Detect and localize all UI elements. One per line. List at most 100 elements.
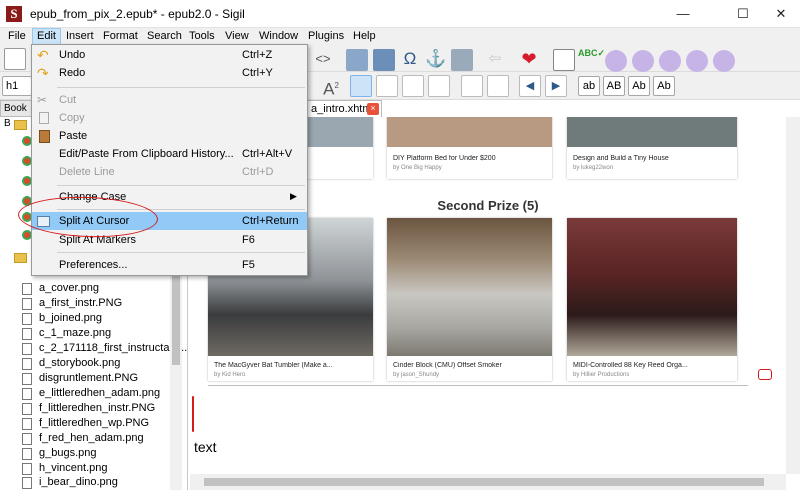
menu-plugins[interactable]: Plugins <box>308 30 344 42</box>
project-card[interactable]: DIY Platform Bed for Under $200 by One B… <box>387 117 552 179</box>
image-file-icon <box>22 433 32 445</box>
spellcheck-icon[interactable]: ABC✓ <box>578 48 605 70</box>
images-folder-icon[interactable] <box>14 253 27 263</box>
insert-file-icon[interactable] <box>346 49 368 71</box>
menu-item-label: Preferences... <box>59 259 128 271</box>
donate-heart-icon[interactable]: ❤ <box>518 48 540 70</box>
tab-a-intro[interactable]: a_intro.xhtml × <box>302 100 382 117</box>
insert-link-icon[interactable] <box>451 49 473 71</box>
align-left-icon[interactable] <box>350 75 372 97</box>
plugin-5-icon[interactable] <box>713 50 735 72</box>
menu-help[interactable]: Help <box>353 30 376 42</box>
plugin-3-icon[interactable] <box>659 50 681 72</box>
menu-item-label: Edit/Paste From Clipboard History... <box>59 148 234 160</box>
heading-select[interactable]: h1 <box>2 76 32 96</box>
menu-item-shortcut: Ctrl+Y <box>242 67 273 79</box>
plugin-1-icon[interactable] <box>605 50 627 72</box>
close-window-button[interactable]: ✕ <box>758 0 800 28</box>
menu-tools[interactable]: Tools <box>189 30 215 42</box>
book-browser-tab[interactable]: Book B <box>0 100 32 129</box>
project-card[interactable]: Design and Build a Tiny House by lukeg22… <box>567 117 737 179</box>
submenu-arrow-icon: ▶ <box>290 191 297 201</box>
scissors-icon: ✂ <box>37 93 48 107</box>
sentencecase-button[interactable]: Ab <box>653 76 675 96</box>
new-file-icon[interactable] <box>4 48 26 70</box>
insert-special-char-icon[interactable]: Ω <box>399 48 421 70</box>
plugin-4-icon[interactable] <box>686 50 708 72</box>
menu-search[interactable]: Search <box>147 30 182 42</box>
menu-item-label: Undo <box>59 49 86 61</box>
insert-anchor-icon[interactable]: ⚓ <box>425 48 447 70</box>
image-file-icon <box>22 343 32 355</box>
text-folder-icon[interactable] <box>14 120 27 130</box>
file-name: a_first_instr.PNG <box>39 297 123 309</box>
font-size-icon[interactable]: A2 <box>320 75 342 99</box>
code-view-icon[interactable]: <> <box>312 48 334 70</box>
project-image <box>567 218 737 356</box>
numbered-list-icon[interactable] <box>487 75 509 97</box>
menu-format[interactable]: Format <box>103 30 138 42</box>
menu-view[interactable]: View <box>225 30 249 42</box>
menu-item-cut[interactable]: ✂ Cut <box>32 91 307 109</box>
close-tab-icon[interactable]: × <box>367 103 379 115</box>
menu-item-undo[interactable]: ↶ Undo Ctrl+Z <box>32 46 307 64</box>
scrollbar-thumb[interactable] <box>204 478 764 486</box>
clipboard-icon <box>39 130 50 143</box>
menu-separator <box>57 87 305 88</box>
titlecase-button[interactable]: Ab <box>628 76 650 96</box>
menu-window[interactable]: Window <box>259 30 298 42</box>
plugin-2-icon[interactable] <box>632 50 654 72</box>
minimize-button[interactable]: — <box>660 0 706 28</box>
image-file-icon <box>22 463 32 475</box>
book-info-icon[interactable] <box>553 49 575 71</box>
copy-icon <box>39 112 49 124</box>
image-file-icon <box>22 313 32 325</box>
uppercase-button[interactable]: AB <box>603 76 625 96</box>
divider <box>208 385 748 386</box>
menu-item-redo[interactable]: ↷ Redo Ctrl+Y <box>32 64 307 82</box>
file-name: b_joined.png <box>39 312 103 324</box>
menu-separator <box>57 185 305 186</box>
body-text[interactable]: text <box>194 439 217 455</box>
project-image <box>387 218 552 356</box>
project-card[interactable]: MIDI-Controlled 88 Key Reed Orga... by H… <box>567 218 737 381</box>
image-file-icon <box>22 328 32 340</box>
outdent-icon[interactable]: ◀ <box>519 75 541 97</box>
indent-icon[interactable]: ▶ <box>545 75 567 97</box>
project-card[interactable]: Cinder Block (CMU) Offset Smoker by jaso… <box>387 218 552 381</box>
menu-item-copy[interactable]: Copy <box>32 109 307 127</box>
card-title: DIY Platform Bed for Under $200 <box>393 155 496 162</box>
menu-item-clipboard-history[interactable]: Edit/Paste From Clipboard History... Ctr… <box>32 145 307 163</box>
menu-file[interactable]: File <box>8 30 26 42</box>
insert-image-icon[interactable] <box>373 49 395 71</box>
image-file-icon <box>22 448 32 460</box>
image-file-icon <box>22 283 32 295</box>
lowercase-button[interactable]: ab <box>578 76 600 96</box>
file-name: g_bugs.png <box>39 447 97 459</box>
project-image <box>567 117 737 147</box>
card-author: by One Big Happy <box>393 165 442 171</box>
project-image <box>387 117 552 147</box>
file-name: h_vincent.png <box>39 462 108 474</box>
image-file-icon <box>22 477 32 489</box>
card-title: MIDI-Controlled 88 Key Reed Orga... <box>573 362 688 369</box>
align-center-icon[interactable] <box>376 75 398 97</box>
menu-item-label: Cut <box>59 94 77 106</box>
horizontal-scrollbar[interactable] <box>190 474 786 490</box>
scrollbar-thumb[interactable] <box>172 265 180 365</box>
align-right-icon[interactable] <box>402 75 424 97</box>
card-title: The MacGyver Bat Tumbler (Make a... <box>214 362 333 369</box>
book-view-scrollbar[interactable] <box>786 117 800 474</box>
window-title: epub_from_pix_2.epub* - epub2.0 - Sigil <box>30 7 245 21</box>
bullet-list-icon[interactable] <box>461 75 483 97</box>
file-name: f_red_hen_adam.png <box>39 432 144 444</box>
align-justify-icon[interactable] <box>428 75 450 97</box>
file-name: i_bear_dino.png <box>39 476 118 488</box>
menu-insert[interactable]: Insert <box>66 30 94 42</box>
file-name: e_littleredhen_adam.png <box>39 387 161 399</box>
menu-item-preferences[interactable]: Preferences... F5 <box>32 256 307 274</box>
menu-item-delete-line[interactable]: Delete Line Ctrl+D <box>32 163 307 181</box>
menu-item-paste[interactable]: Paste <box>32 127 307 145</box>
back-arrow-icon[interactable]: ⇦ <box>484 48 506 70</box>
file-name: f_littleredhen_instr.PNG <box>39 402 156 414</box>
